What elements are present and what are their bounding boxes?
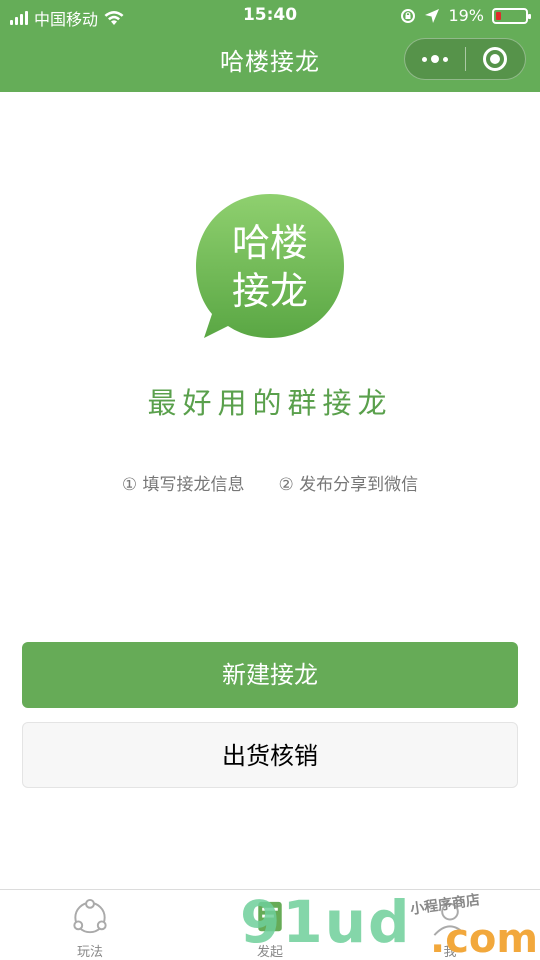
step-number: ② [278,475,294,495]
new-relay-button[interactable]: 新建接龙 [22,642,518,708]
step-label: 填写接龙信息 [142,475,245,495]
tab-start[interactable]: 发起 [180,890,360,960]
location-icon [425,8,440,23]
share-icon [73,898,107,934]
target-icon [483,47,508,71]
status-right: 19% [400,6,531,25]
logo-text-line1: 哈楼 [232,221,308,265]
shipment-verify-button[interactable]: 出货核销 [22,722,518,788]
rotation-lock-icon [401,8,416,23]
app-logo: 哈楼 接龙 [196,194,344,338]
steps: ① 填写接龙信息 ② 发布分享到微信 [0,470,540,495]
miniprogram-capsule [404,38,526,80]
step-number: ① [121,475,138,495]
user-icon [433,902,467,936]
tab-me[interactable]: 我 [360,890,540,960]
top-bar: 中国移动 15:40 19% 哈楼接龙 [0,0,540,92]
close-miniprogram-button[interactable] [465,38,525,80]
tab-label: 玩法 [76,945,103,960]
step-item: ② 发布分享到微信 [279,470,419,495]
tab-gameplay[interactable]: 玩法 [0,890,180,960]
flag-icon [258,901,282,932]
more-dots-icon [421,55,448,63]
status-bar: 中国移动 15:40 19% [0,0,540,32]
tab-bar: 玩法 发起 我 [0,889,540,960]
step-item: ① 填写接龙信息 [122,470,245,495]
battery-icon [492,7,531,24]
step-label: 发布分享到微信 [299,475,419,495]
slogan: 最好用的群接龙 [147,386,393,420]
logo-text-line2: 接龙 [232,269,308,313]
more-button[interactable] [405,38,465,80]
tab-label: 发起 [256,945,283,960]
battery-percent: 19% [448,6,484,25]
tab-label: 我 [443,945,457,960]
